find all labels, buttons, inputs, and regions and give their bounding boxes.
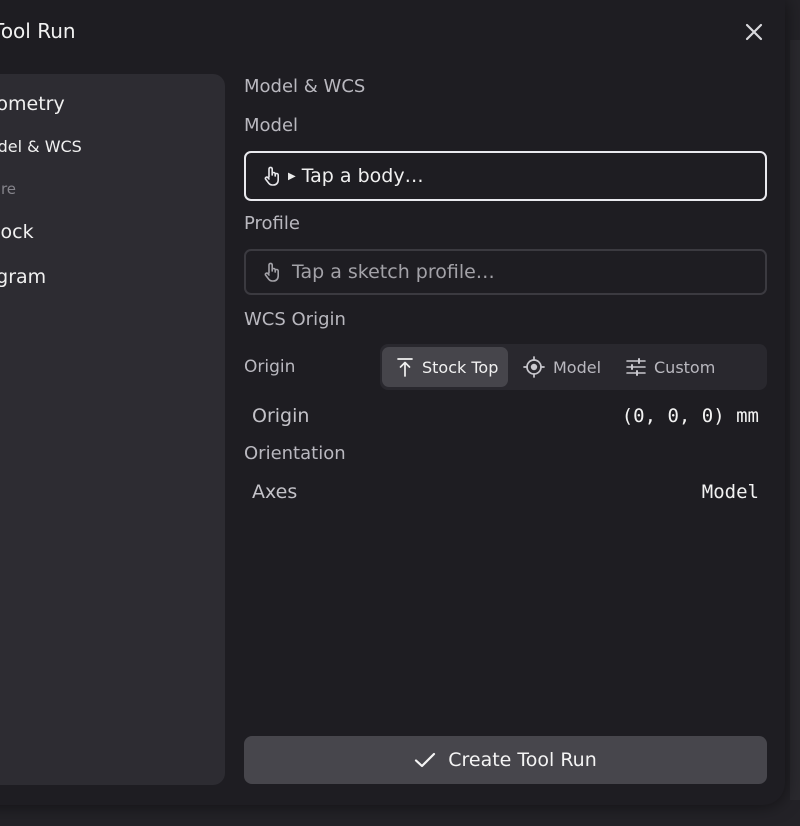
sliders-icon — [626, 358, 646, 376]
sidebar-item-program[interactable]: Program — [0, 266, 46, 288]
origin-option-custom[interactable]: Custom — [626, 347, 715, 387]
axes-value: Model — [701, 481, 759, 503]
profile-label: Profile — [244, 213, 300, 234]
wcs-origin-title: WCS Origin — [244, 309, 346, 330]
sidebar-item-geometry[interactable]: Geometry — [0, 93, 65, 115]
background-window-edge — [790, 40, 800, 800]
sidebar-item-model-wcs[interactable]: Model & WCS — [0, 137, 82, 156]
target-icon — [523, 356, 545, 378]
model-placeholder: Tap a body… — [301, 165, 424, 187]
axes-label: Axes — [252, 481, 298, 503]
origin-readout-value: (0, 0, 0) mm — [621, 405, 759, 427]
model-picker-field[interactable]: ▶ Tap a body… — [244, 151, 767, 201]
sidebar — [0, 74, 225, 785]
dialog-title: Tool Run — [0, 19, 76, 43]
origin-option-model[interactable]: Model — [523, 347, 601, 387]
tap-hand-icon — [264, 166, 279, 186]
model-label: Model — [244, 115, 299, 136]
origin-option-model-label: Model — [553, 357, 602, 377]
section-title: Model & WCS — [244, 76, 366, 97]
origin-segmented-control: Stock Top Model Custom — [380, 344, 767, 390]
origin-option-stock-top[interactable]: Stock Top — [382, 347, 508, 387]
align-top-icon — [397, 358, 413, 377]
create-tool-run-label: Create Tool Run — [448, 749, 597, 771]
origin-option-label: Origin — [244, 357, 296, 377]
origin-option-stock-top-label: Stock Top — [422, 357, 499, 377]
profile-placeholder: Tap a sketch profile… — [292, 261, 495, 283]
origin-readout-label: Origin — [252, 405, 310, 427]
sidebar-item-stock[interactable]: Stock — [0, 221, 34, 243]
create-tool-run-button[interactable]: Create Tool Run — [244, 736, 767, 784]
close-icon[interactable] — [743, 21, 765, 43]
profile-picker-field[interactable]: Tap a sketch profile… — [244, 249, 767, 295]
origin-option-custom-label: Custom — [654, 357, 716, 377]
tap-hand-icon — [264, 262, 279, 282]
orientation-title: Orientation — [244, 443, 346, 464]
sidebar-item-fixture[interactable]: Fixture — [0, 180, 16, 198]
checkmark-icon — [415, 752, 436, 768]
caret-right-icon: ▶ — [288, 170, 296, 182]
